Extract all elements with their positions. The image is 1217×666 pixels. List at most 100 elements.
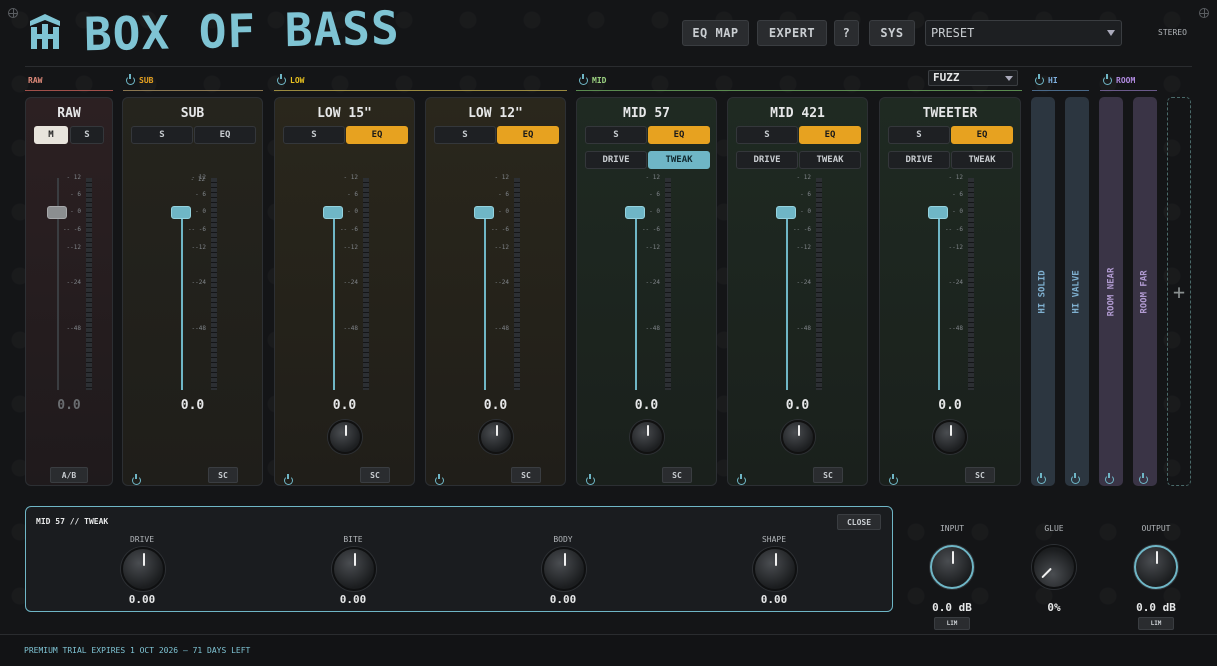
db-scale-tick: --24 <box>796 279 811 286</box>
power-icon[interactable] <box>284 470 295 485</box>
chevron-down-icon <box>1005 76 1013 81</box>
add-strip-button[interactable]: + <box>1167 97 1191 486</box>
tone-knob[interactable] <box>479 420 513 454</box>
tone-knob[interactable] <box>781 420 815 454</box>
db-scale-tick: -- -6 <box>641 226 660 233</box>
db-scale-tick: --12 <box>796 244 811 251</box>
power-icon[interactable] <box>435 470 446 485</box>
solo-button[interactable]: S <box>585 126 647 144</box>
tone-knob[interactable] <box>933 420 967 454</box>
power-icon[interactable] <box>737 470 748 485</box>
input-lim-button[interactable]: LIM <box>934 617 970 630</box>
power-icon[interactable] <box>126 74 135 85</box>
fader-value: 0.0 <box>180 398 205 413</box>
header-divider <box>25 66 1192 67</box>
tweak-button[interactable]: TWEAK <box>799 151 861 169</box>
power-icon[interactable] <box>132 470 143 485</box>
channel-low-15: LOW 15" S EQ 0.0 SC <box>274 97 415 486</box>
shape-knob[interactable] <box>753 547 797 591</box>
eq-button[interactable]: EQ <box>799 126 861 144</box>
power-icon[interactable] <box>1139 469 1150 484</box>
eq-button[interactable]: EQ <box>648 126 710 144</box>
sidechain-button[interactable]: SC <box>511 467 541 483</box>
tweak-button[interactable]: TWEAK <box>951 151 1013 169</box>
drive-button[interactable]: DRIVE <box>736 151 798 169</box>
level-meter <box>665 178 671 390</box>
level-meter <box>968 178 974 390</box>
group-raw: RAW <box>25 71 113 91</box>
ab-button[interactable]: A/B <box>50 467 88 483</box>
db-scale-tick: --12 <box>343 244 358 251</box>
sidechain-button[interactable]: SC <box>208 467 238 483</box>
sidechain-button[interactable]: SC <box>813 467 843 483</box>
db-scale-tick: --24 <box>343 279 358 286</box>
power-icon[interactable] <box>1037 469 1048 484</box>
sidechain-button[interactable]: SC <box>360 467 390 483</box>
db-scale-tick: - 6 <box>952 191 963 198</box>
strip-hi-valve[interactable]: HI VALVE <box>1065 97 1089 486</box>
drive-knob[interactable] <box>121 547 165 591</box>
power-icon[interactable] <box>1103 74 1112 85</box>
expert-button[interactable]: EXPERT <box>757 20 827 46</box>
power-icon[interactable] <box>1071 469 1082 484</box>
db-scale-tick: --48 <box>191 325 206 332</box>
fader-value: 0.0 <box>634 398 659 413</box>
db-scale-tick: -- -6 <box>187 226 206 233</box>
stereo-mode-label: STEREO <box>1158 28 1187 37</box>
solo-button[interactable]: S <box>131 126 193 144</box>
power-icon[interactable] <box>889 470 900 485</box>
db-scale-tick: - 0 <box>498 208 509 215</box>
channel-mid-57: MID 57 S EQ DRIVE TWEAK 0.0 SC <box>576 97 717 486</box>
db-scale-tick: - 6 <box>498 191 509 198</box>
db-scale-tick: --24 <box>948 279 963 286</box>
db-scale-tick: - 12 <box>645 174 660 181</box>
output-lim-button[interactable]: LIM <box>1138 617 1174 630</box>
eq-button[interactable]: EQ <box>194 126 256 144</box>
preset-select[interactable]: PRESET <box>925 20 1122 46</box>
sidechain-button[interactable]: SC <box>965 467 995 483</box>
strip-room-far[interactable]: ROOM FAR <box>1133 97 1157 486</box>
tone-knob[interactable] <box>630 420 664 454</box>
tone-knob[interactable] <box>328 420 362 454</box>
tweak-button[interactable]: TWEAK <box>648 151 710 169</box>
amp-model-select[interactable]: FUZZ <box>928 70 1018 86</box>
power-icon[interactable] <box>579 74 588 85</box>
drive-button[interactable]: DRIVE <box>888 151 950 169</box>
trial-notice: PREMIUM TRIAL EXPIRES 1 OCT 2026 – 71 DA… <box>24 646 251 655</box>
strip-label: ROOM FAR <box>1140 269 1151 314</box>
mute-button[interactable]: M <box>34 126 68 144</box>
strip-hi-solid[interactable]: HI SOLID <box>1031 97 1055 486</box>
sidechain-button[interactable]: SC <box>662 467 692 483</box>
help-button[interactable]: ? <box>834 20 859 46</box>
channel-title: TWEETER <box>922 106 978 121</box>
fader-value: 0.0 <box>938 398 962 413</box>
close-button[interactable]: CLOSE <box>837 514 881 530</box>
solo-button[interactable]: S <box>70 126 104 144</box>
db-scale-tick: --24 <box>66 279 81 286</box>
eq-button[interactable]: EQ <box>346 126 408 144</box>
bite-knob[interactable] <box>332 547 376 591</box>
input-knob[interactable] <box>930 545 974 589</box>
strip-room-near[interactable]: ROOM NEAR <box>1099 97 1123 486</box>
body-knob[interactable] <box>542 547 586 591</box>
param-value: 0.00 <box>760 593 788 606</box>
drive-button[interactable]: DRIVE <box>585 151 647 169</box>
power-icon[interactable] <box>1035 74 1044 85</box>
db-scale-tick: - 6 <box>195 191 206 198</box>
power-icon[interactable] <box>586 470 597 485</box>
eq-map-button[interactable]: EQ MAP <box>682 20 749 46</box>
db-scale-tick: -- -6 <box>792 226 811 233</box>
power-icon[interactable] <box>1105 469 1116 484</box>
solo-button[interactable]: S <box>736 126 798 144</box>
solo-button[interactable]: S <box>888 126 950 144</box>
db-scale-tick: - 12 <box>948 174 963 181</box>
eq-button[interactable]: EQ <box>497 126 559 144</box>
sys-button[interactable]: SYS <box>869 20 915 46</box>
power-icon[interactable] <box>277 74 286 85</box>
solo-button[interactable]: S <box>434 126 496 144</box>
db-scale-tick: --12 <box>494 244 509 251</box>
eq-button[interactable]: EQ <box>951 126 1013 144</box>
output-knob[interactable] <box>1134 545 1178 589</box>
solo-button[interactable]: S <box>283 126 345 144</box>
fader-track <box>181 213 183 390</box>
